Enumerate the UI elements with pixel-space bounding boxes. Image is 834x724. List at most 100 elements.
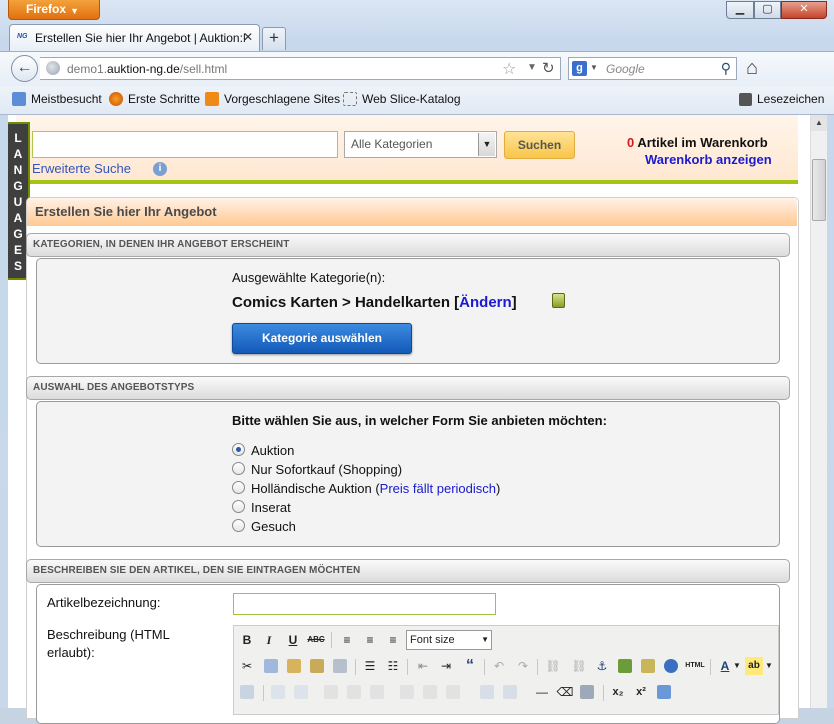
home-icon[interactable]: ⌂ (746, 57, 758, 80)
table-col-before-icon[interactable] (400, 685, 414, 699)
bookmark-star-icon[interactable]: ☆ (502, 59, 516, 79)
delete-category-icon[interactable] (552, 293, 565, 308)
close-tab-icon[interactable]: ✕ (243, 30, 253, 44)
radio-inserat[interactable]: Inserat (232, 500, 291, 515)
underline-icon[interactable]: U (284, 631, 302, 649)
anchor-icon[interactable]: ⚓ (593, 657, 611, 675)
paste-text-icon[interactable] (310, 659, 324, 673)
radio-button[interactable] (232, 519, 245, 532)
firefox-menu-button[interactable]: Firefox ▼ (8, 0, 100, 20)
italic-icon[interactable]: I (260, 631, 278, 649)
align-left-icon[interactable]: ≡ (338, 631, 356, 649)
table-row-after-icon[interactable] (347, 685, 361, 699)
outdent-icon[interactable]: ⇤ (414, 657, 432, 675)
horizontal-rule-icon[interactable]: — (533, 683, 551, 701)
indent-icon[interactable]: ⇥ (437, 657, 455, 675)
insert-hr-icon[interactable] (271, 685, 285, 699)
split-cells-icon[interactable] (480, 685, 494, 699)
category-select[interactable]: Alle Kategorien ▼ (344, 131, 497, 158)
site-search-input[interactable] (32, 131, 338, 158)
chevron-down-icon[interactable]: ▼ (764, 657, 774, 675)
radio-sofortkauf[interactable]: Nur Sofortkauf (Shopping) (232, 462, 402, 477)
cut-icon[interactable]: ✂ (238, 657, 256, 675)
radio-button[interactable] (232, 500, 245, 513)
globe-icon (46, 61, 60, 75)
google-icon[interactable]: g (572, 61, 587, 76)
bookmark-meistbesucht[interactable]: Meistbesucht (12, 92, 102, 106)
radio-label: Nur Sofortkauf (Shopping) (251, 462, 403, 477)
choose-category-button[interactable]: Kategorie auswählen (232, 323, 412, 354)
close-window-button[interactable]: ✕ (781, 1, 827, 19)
paste-word-icon[interactable] (333, 659, 347, 673)
reload-icon[interactable]: ↻ (542, 59, 555, 77)
blockquote-icon[interactable]: “ (461, 657, 479, 675)
cleanup-icon[interactable] (641, 659, 655, 673)
search-icon[interactable]: ⚲ (721, 60, 731, 77)
bookmarks-menu-button[interactable]: Lesezeichen (739, 92, 824, 106)
chevron-down-icon[interactable]: ▼ (478, 133, 495, 156)
fullscreen-icon[interactable] (657, 685, 671, 699)
table-col-after-icon[interactable] (423, 685, 437, 699)
back-button[interactable]: ← (11, 55, 38, 82)
subscript-icon[interactable]: x₂ (609, 683, 627, 701)
eraser-icon[interactable]: ⌫ (556, 683, 574, 701)
bullet-list-icon[interactable]: ☰ (361, 657, 379, 675)
table-row-before-icon[interactable] (324, 685, 338, 699)
radio-gesuch[interactable]: Gesuch (232, 519, 296, 534)
radio-hollaendische-auktion[interactable]: Holländische Auktion (Preis fällt period… (232, 481, 500, 496)
link-icon[interactable]: ⛓ (544, 657, 562, 675)
toolbar-separator (331, 632, 332, 648)
chevron-down-icon[interactable]: ▼ (732, 657, 742, 675)
scroll-thumb[interactable] (812, 159, 826, 221)
vertical-scrollbar[interactable]: ▲ (810, 115, 827, 708)
radio-button[interactable] (232, 462, 245, 475)
change-category-link[interactable]: Ändern (459, 294, 512, 311)
maximize-button[interactable]: ▢ (754, 1, 781, 19)
minimize-button[interactable]: ▁ (726, 1, 754, 19)
url-dropdown-icon[interactable]: ▼ (527, 62, 537, 73)
unlink-icon[interactable]: ⛓ (570, 657, 588, 675)
font-size-select[interactable]: Font size ▼ (406, 630, 492, 650)
table-delete-col-icon[interactable] (446, 685, 460, 699)
radio-auktion[interactable]: Auktion (232, 443, 294, 458)
highlight-color-icon[interactable]: ab (745, 657, 763, 675)
paste-icon[interactable] (287, 659, 301, 673)
redo-icon[interactable]: ↷ (514, 657, 532, 675)
merge-cells-icon[interactable] (503, 685, 517, 699)
bookmark-web-slice-katalog[interactable]: Web Slice-Katalog (343, 92, 461, 106)
bookmark-label: Lesezeichen (757, 92, 825, 106)
edit-style-icon[interactable] (240, 685, 254, 699)
table-delete-row-icon[interactable] (370, 685, 384, 699)
browser-tab[interactable]: NG Erstellen Sie hier Ihr Angebot | Aukt… (9, 24, 260, 51)
bold-icon[interactable]: B (238, 631, 256, 649)
scroll-up-icon[interactable]: ▲ (811, 115, 827, 131)
align-right-icon[interactable]: ≡ (384, 631, 402, 649)
radio-button-selected[interactable] (232, 443, 245, 456)
search-box[interactable]: g ▼ Google ⚲ (568, 57, 737, 80)
search-button[interactable]: Suchen (504, 131, 575, 159)
html-source-icon[interactable]: HTML (684, 657, 706, 675)
chevron-down-icon[interactable]: ▼ (481, 631, 489, 649)
copy-icon[interactable] (264, 659, 278, 673)
undo-icon[interactable]: ↶ (490, 657, 508, 675)
bookmark-erste-schritte[interactable]: Erste Schritte (109, 92, 200, 106)
radio-button[interactable] (232, 481, 245, 494)
align-center-icon[interactable]: ≡ (361, 631, 379, 649)
search-engine-dropdown-icon[interactable]: ▼ (590, 63, 598, 72)
image-icon[interactable] (618, 659, 632, 673)
help-icon[interactable] (664, 659, 678, 673)
info-icon[interactable]: i (153, 162, 167, 176)
advanced-search-link[interactable]: Erweiterte Suche (32, 161, 131, 176)
strikethrough-icon[interactable]: ABC (307, 631, 325, 649)
address-bar[interactable]: demo1.auktion-ng.de/sell.html ☆ ▼ ↻ (40, 57, 561, 80)
insert-table-icon[interactable] (580, 685, 594, 699)
view-cart-link[interactable]: Warenkorb anzeigen (645, 152, 772, 167)
item-name-input[interactable] (233, 593, 496, 615)
remove-format-icon[interactable] (294, 685, 308, 699)
numbered-list-icon[interactable]: ☷ (384, 657, 402, 675)
new-tab-button[interactable]: + (262, 27, 286, 50)
font-size-value: Font size (410, 634, 455, 646)
bookmark-vorgeschlagene-sites[interactable]: Vorgeschlagene Sites (205, 92, 340, 106)
superscript-icon[interactable]: x² (632, 683, 650, 701)
url-prefix: demo1. (67, 62, 108, 76)
